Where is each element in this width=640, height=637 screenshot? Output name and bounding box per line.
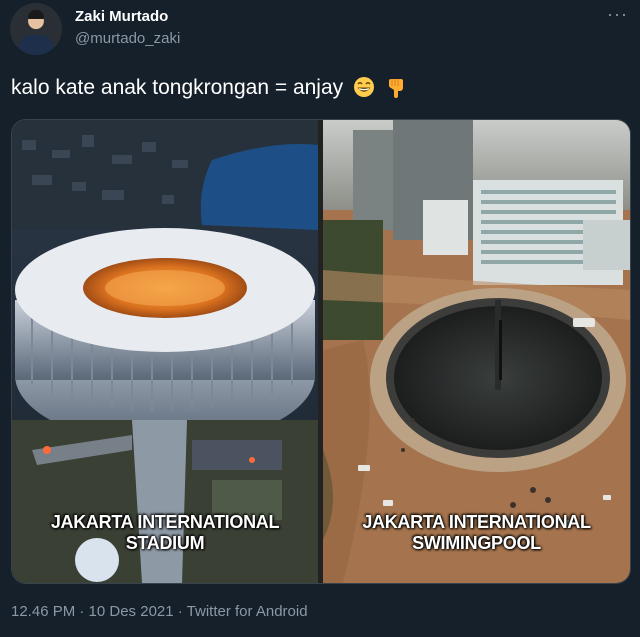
more-options-icon[interactable]: ···	[607, 4, 628, 25]
author-name[interactable]: Zaki Murtado	[75, 8, 168, 25]
pointing-down-emoji-icon	[388, 79, 403, 98]
avatar[interactable]	[10, 3, 62, 55]
tweet-text-content: kalo kate anak tongkrongan = anjay	[11, 76, 344, 99]
tweet-media[interactable]: JAKARTA INTERNATIONAL STADIUM JAKARTA IN…	[11, 119, 631, 584]
avatar-shirt	[18, 35, 54, 55]
tweet-timestamp[interactable]: 12.46 PM · 10 Des 2021 · Twitter for And…	[11, 603, 308, 620]
avatar-hair	[28, 10, 44, 19]
author-handle[interactable]: @murtado_zaki	[75, 30, 180, 47]
flood-caption: JAKARTA INTERNATIONAL SWIMINGPOOL	[362, 512, 591, 553]
stadium-caption: JAKARTA INTERNATIONAL STADIUM	[50, 512, 280, 553]
tweet-header: Zaki Murtado @murtado_zaki ···	[0, 0, 640, 60]
tweet-text: kalo kate anak tongkrongan = anjay	[11, 74, 407, 102]
grinning-face-emoji-icon	[354, 77, 374, 97]
flood-photo[interactable]: JAKARTA INTERNATIONAL SWIMINGPOOL	[323, 120, 630, 583]
stadium-photo[interactable]: JAKARTA INTERNATIONAL STADIUM	[12, 120, 318, 583]
